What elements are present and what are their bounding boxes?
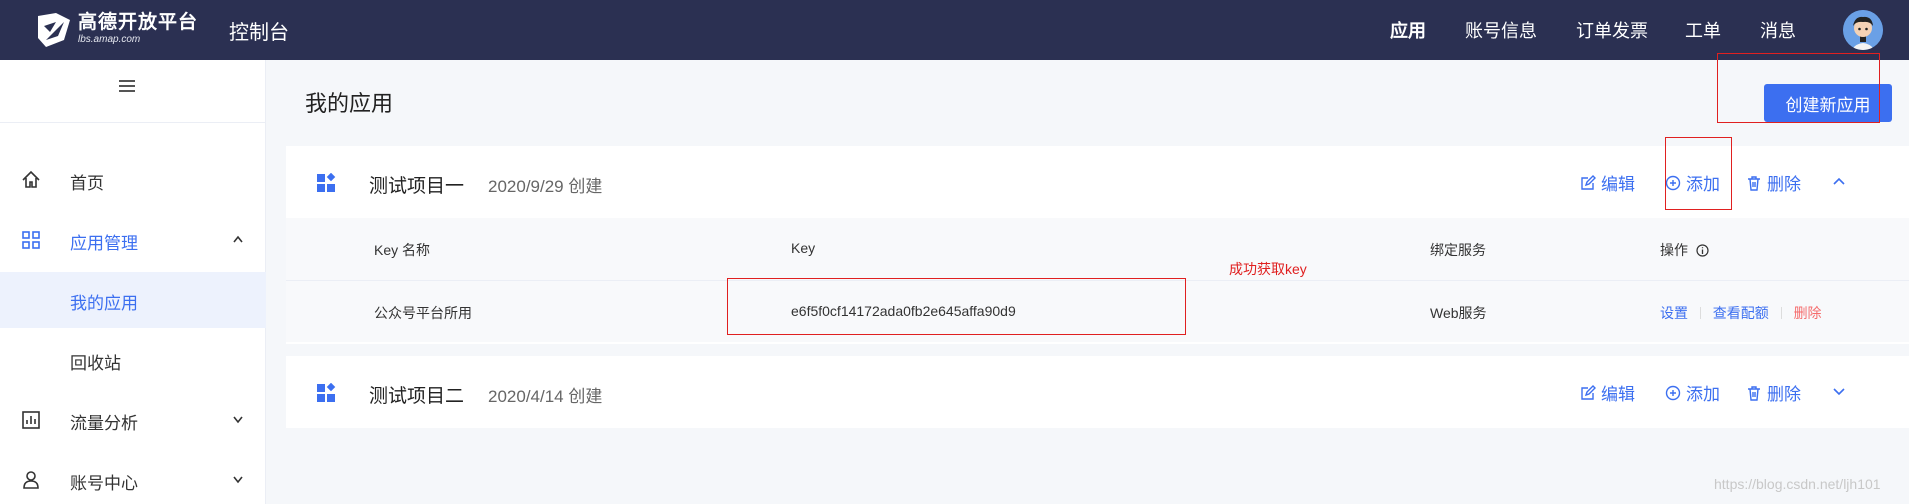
key-name-cell: 公众号平台所用 [374, 305, 472, 321]
top-navigation-bar: 高德开放平台 lbs.amap.com 控制台 应用 账号信息 订单发票 工单 … [0, 0, 1909, 60]
project-name: 测试项目二 [369, 386, 465, 407]
nav-messages[interactable]: 消息 [1760, 17, 1796, 43]
chart-icon [22, 411, 40, 429]
nav-tickets[interactable]: 工单 [1685, 17, 1721, 43]
home-icon [22, 170, 40, 188]
user-icon [23, 471, 39, 489]
divider [1699, 307, 1701, 319]
sidebar-item-label: 我的应用 [70, 294, 138, 313]
chevron-down-icon[interactable] [1832, 386, 1846, 396]
console-title[interactable]: 控制台 [229, 16, 289, 45]
amap-logo-icon[interactable] [34, 10, 74, 50]
annotation-note: 成功获取key [1229, 261, 1307, 277]
info-icon[interactable] [1696, 244, 1709, 257]
sidebar-item-my-apps[interactable]: 我的应用 [0, 272, 266, 328]
project-card: 测试项目二 2020/4/14 创建 编辑 添加 删除 [286, 356, 1909, 428]
trash-icon [1748, 175, 1760, 191]
page-title: 我的应用 [305, 91, 394, 116]
project-created-date: 2020/4/14 创建 [488, 387, 603, 406]
operations-label: 操作 [1660, 242, 1688, 258]
logo-url: lbs.amap.com [78, 34, 141, 45]
sidebar-item-label: 应用管理 [70, 234, 138, 253]
annotation-box-key [727, 278, 1186, 335]
add-label: 添加 [1686, 385, 1720, 404]
edit-icon [1581, 174, 1596, 190]
sidebar-divider [0, 122, 266, 123]
sidebar-item-recycle-bin[interactable]: 回收站 [0, 332, 266, 388]
app-blocks-icon [317, 383, 336, 402]
logo-title: 高德开放平台 [78, 12, 199, 33]
bound-service-cell: Web服务 [1430, 305, 1487, 321]
edit-icon [1581, 384, 1596, 400]
trash-icon [1748, 385, 1760, 401]
sidebar-item-label: 回收站 [70, 354, 121, 373]
logo-text[interactable]: 高德开放平台 lbs.amap.com [78, 12, 198, 46]
delete-label: 删除 [1767, 175, 1801, 194]
divider [1780, 307, 1782, 319]
watermark: https://blog.csdn.net/ljh101 [1714, 476, 1881, 492]
sidebar-item-label: 账号中心 [70, 474, 138, 493]
project-name: 测试项目一 [369, 176, 465, 197]
edit-label: 编辑 [1601, 385, 1635, 404]
chevron-down-icon [233, 416, 243, 424]
sidebar-item-label: 首页 [70, 174, 104, 193]
sidebar-item-home[interactable]: 首页 [0, 152, 266, 208]
column-header-key: Key [791, 240, 816, 256]
project-created-date: 2020/9/29 创建 [488, 177, 603, 196]
column-header-operations: 操作 [1660, 240, 1709, 260]
chevron-down-icon [233, 476, 243, 484]
apps-grid-icon [22, 231, 40, 249]
settings-link[interactable]: 设置 [1660, 305, 1688, 321]
app-blocks-icon [317, 173, 336, 192]
column-header-bound-service: 绑定服务 [1430, 242, 1486, 258]
keys-table-header: Key 名称 Key 绑定服务 操作 [286, 218, 1909, 280]
delete-key-link[interactable]: 删除 [1794, 305, 1822, 321]
nav-orders-invoices[interactable]: 订单发票 [1576, 17, 1648, 43]
edit-project-button[interactable]: 编辑 [1580, 380, 1635, 405]
column-header-key-name: Key 名称 [374, 242, 431, 258]
chevron-up-icon[interactable] [1832, 176, 1846, 186]
user-avatar[interactable] [1843, 10, 1883, 50]
sidebar-item-traffic-analysis[interactable]: 流量分析 [0, 392, 266, 448]
project-header: 测试项目二 2020/4/14 创建 编辑 添加 删除 [286, 356, 1909, 428]
menu-toggle-icon[interactable] [119, 80, 135, 92]
nav-apps[interactable]: 应用 [1390, 17, 1426, 43]
chevron-up-icon [233, 235, 243, 243]
sidebar: 首页 应用管理 我的应用 回收站 流量分析 账号中心 [0, 60, 266, 504]
sidebar-item-account-center[interactable]: 账号中心 [0, 452, 266, 504]
avatar-icon [1843, 10, 1883, 50]
edit-project-button[interactable]: 编辑 [1580, 170, 1635, 195]
annotation-box-add-button [1665, 137, 1732, 210]
add-circle-icon [1665, 385, 1681, 400]
sidebar-item-app-management[interactable]: 应用管理 [0, 212, 266, 268]
delete-project-button[interactable]: 删除 [1746, 380, 1801, 405]
delete-label: 删除 [1767, 385, 1801, 404]
annotation-box-create-button [1717, 53, 1880, 123]
add-key-button[interactable]: 添加 [1665, 380, 1720, 405]
operations-cell: 设置 查看配额 删除 [1660, 303, 1822, 323]
sidebar-item-label: 流量分析 [70, 414, 138, 433]
edit-label: 编辑 [1601, 175, 1635, 194]
delete-project-button[interactable]: 删除 [1746, 170, 1801, 195]
view-quota-link[interactable]: 查看配额 [1713, 305, 1769, 321]
nav-account-info[interactable]: 账号信息 [1465, 17, 1537, 43]
